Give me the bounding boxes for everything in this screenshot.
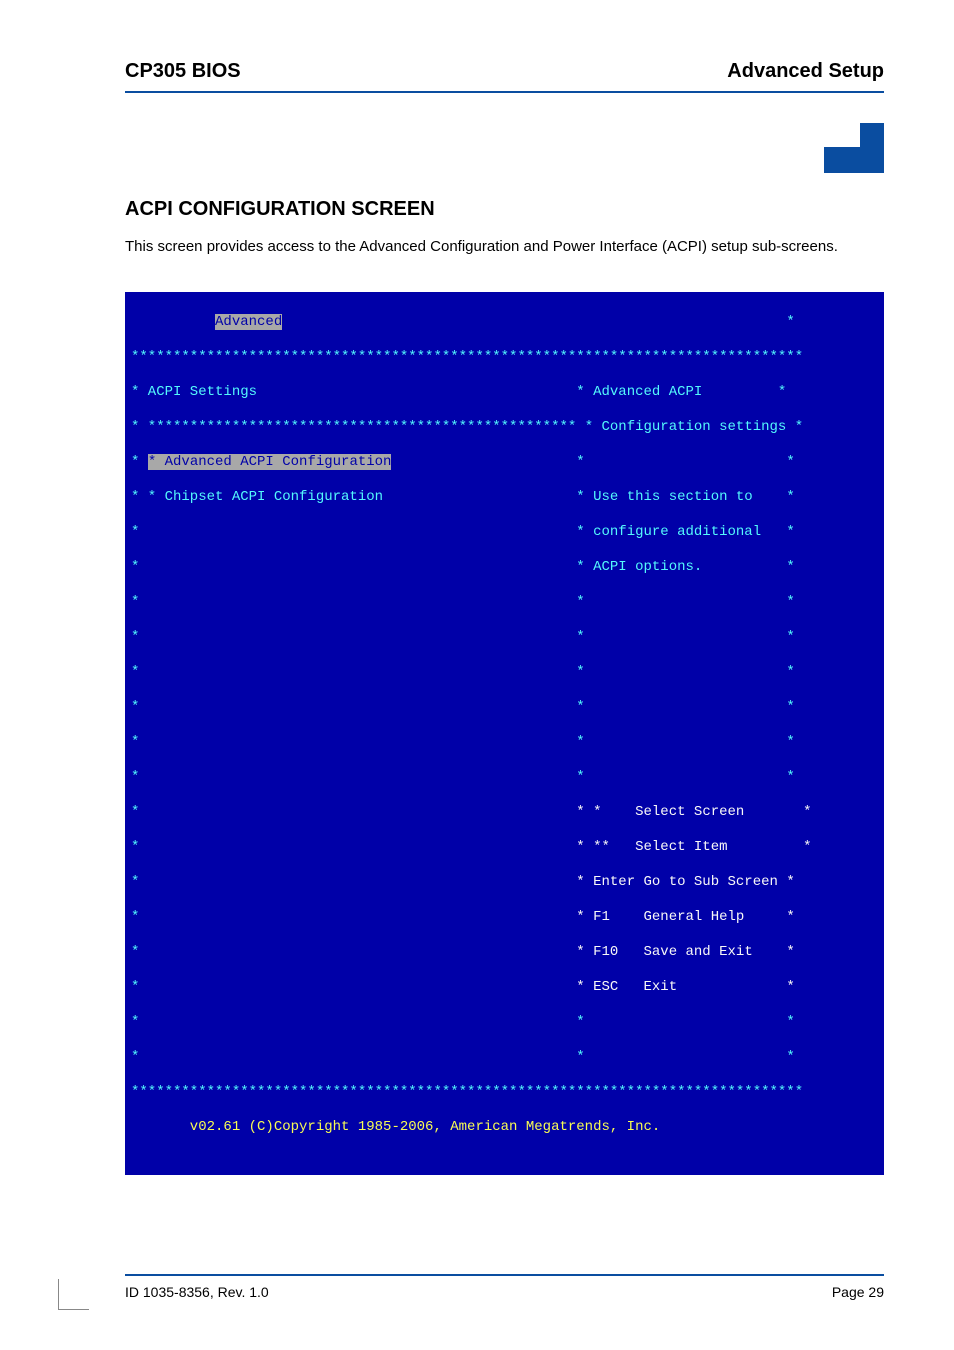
page-footer: ID 1035-8356, Rev. 1.0 Page 29: [125, 1274, 884, 1300]
footer-page-number: Page 29: [832, 1284, 884, 1300]
section-heading: ACPI CONFIGURATION SCREEN: [125, 198, 884, 221]
bios-copyright: v02.61 (C)Copyright 1985-2006, American …: [131, 1119, 778, 1135]
corner-logo: [125, 123, 884, 173]
crop-mark-icon: [58, 1279, 89, 1310]
menu-chipset-acpi-configuration[interactable]: * * Chipset ACPI Configuration: [131, 489, 383, 505]
bios-screen: Advanced * *****************************…: [125, 292, 884, 1175]
bios-border-bottom: ****************************************…: [131, 1084, 803, 1100]
section-body: This screen provides access to the Advan…: [125, 236, 884, 257]
nav-esc: * ESC: [576, 979, 618, 995]
bios-title: * ACPI Settings: [131, 384, 257, 400]
bios-border-top: ****************************************…: [131, 349, 803, 365]
nav-f10: * F10: [576, 944, 618, 960]
bios-tab-advanced[interactable]: Advanced: [215, 314, 282, 330]
doc-header-right: Advanced Setup: [727, 60, 884, 83]
footer-doc-id: ID 1035-8356, Rev. 1.0: [125, 1284, 269, 1300]
nav-f1: * F1: [576, 909, 610, 925]
header-rule: [125, 91, 884, 93]
nav-select-item: * **: [576, 839, 610, 855]
doc-header-left: CP305 BIOS: [125, 60, 241, 83]
menu-advanced-acpi-configuration[interactable]: * Advanced ACPI Configuration: [148, 454, 392, 470]
nav-select-screen: * *: [576, 804, 601, 820]
nav-enter: * Enter: [576, 874, 635, 890]
